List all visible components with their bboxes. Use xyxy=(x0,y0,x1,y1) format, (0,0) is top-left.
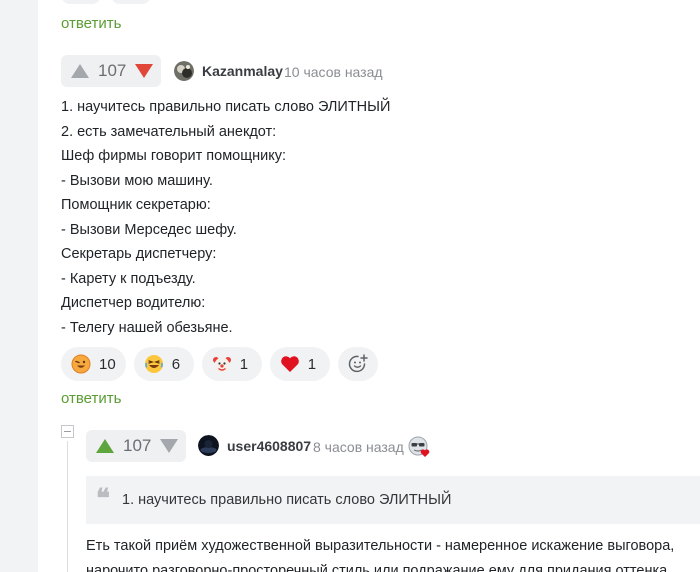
sunglasses-heart-badge-icon xyxy=(408,436,430,457)
comment-line: - Вызови Мерседес шефу. xyxy=(61,221,237,238)
reply-author[interactable]: user4608807 xyxy=(227,438,311,454)
avatar[interactable] xyxy=(174,61,194,81)
comment-line: Секретарь диспетчеру: xyxy=(61,246,217,262)
reply-link[interactable]: ответить xyxy=(61,390,121,407)
quoted-text-block: ❝ 1. научитесь правильно писать слово ЭЛ… xyxy=(86,476,700,524)
rating-value: 107 xyxy=(123,436,152,455)
upvote-button[interactable] xyxy=(96,439,114,453)
comment-line: - Вызови мою машину. xyxy=(61,172,213,189)
reaction-clown[interactable]: 1 xyxy=(201,347,262,381)
avatar-image-icon xyxy=(174,61,194,81)
reply-rating: 107 xyxy=(86,430,186,462)
comment-time[interactable]: 10 часов назад xyxy=(284,64,383,80)
reaction-grinning[interactable]: 10 xyxy=(61,347,126,381)
grinning-face-emoji-icon xyxy=(71,354,91,374)
comment-line: Помощник секретарю: xyxy=(61,197,211,213)
rating-value: 107 xyxy=(98,61,127,80)
avatar-image-icon xyxy=(198,435,219,456)
downvote-button[interactable] xyxy=(135,64,154,78)
comment-line: - Телегу нашей обезьяне. xyxy=(61,319,233,336)
quote-text: 1. научитесь правильно писать слово ЭЛИТ… xyxy=(122,492,452,508)
laughing-face-emoji-icon xyxy=(144,355,163,373)
add-emoji-icon xyxy=(348,354,368,373)
comment-rating: 107 xyxy=(61,55,161,87)
upvote-button[interactable] xyxy=(71,64,89,78)
comment-body: 1. научитесь правильно писать слово ЭЛИТ… xyxy=(61,95,681,340)
avatar[interactable] xyxy=(198,435,219,456)
reaction-laughing[interactable]: 6 xyxy=(133,347,194,381)
comment-line: Диспетчер водителю: xyxy=(61,295,206,311)
thread-line[interactable] xyxy=(67,441,68,572)
reply-line: нарочито разговорно-просторечный стиль и… xyxy=(86,563,668,572)
reaction-count: 10 xyxy=(99,355,116,373)
previous-reaction-pill[interactable] xyxy=(111,0,151,4)
comment-line: Шеф фирмы говорит помощнику: xyxy=(61,148,287,164)
reactions-bar: 10 6 1 1 xyxy=(61,347,378,381)
collapse-thread-button[interactable] xyxy=(61,425,74,438)
reply-body: Еть такой приём художественной выразител… xyxy=(86,534,700,572)
quote-icon: ❝ xyxy=(96,484,110,514)
reaction-count: 6 xyxy=(171,355,181,373)
reaction-heart[interactable]: 1 xyxy=(269,347,330,381)
reply-time[interactable]: 8 часов назад xyxy=(313,439,404,455)
reply-line: Еть такой приём художественной выразител… xyxy=(86,538,675,554)
reply-link-previous[interactable]: ответить xyxy=(61,15,121,32)
user-badge xyxy=(408,436,430,458)
comment-line: 1. научитесь правильно писать слово ЭЛИТ… xyxy=(61,99,391,115)
red-heart-icon xyxy=(280,356,299,372)
comment-author[interactable]: Kazanmalay xyxy=(202,63,283,79)
comment-line: - Карету к подъезду. xyxy=(61,270,196,287)
comment-line: 2. есть замечательный анекдот: xyxy=(61,123,277,140)
previous-reaction-pill[interactable] xyxy=(61,0,101,4)
downvote-button[interactable] xyxy=(160,439,179,453)
reaction-count: 1 xyxy=(307,355,317,373)
reaction-count: 1 xyxy=(239,355,249,373)
add-reaction-button[interactable] xyxy=(337,347,378,381)
clown-face-emoji-icon xyxy=(212,357,231,373)
